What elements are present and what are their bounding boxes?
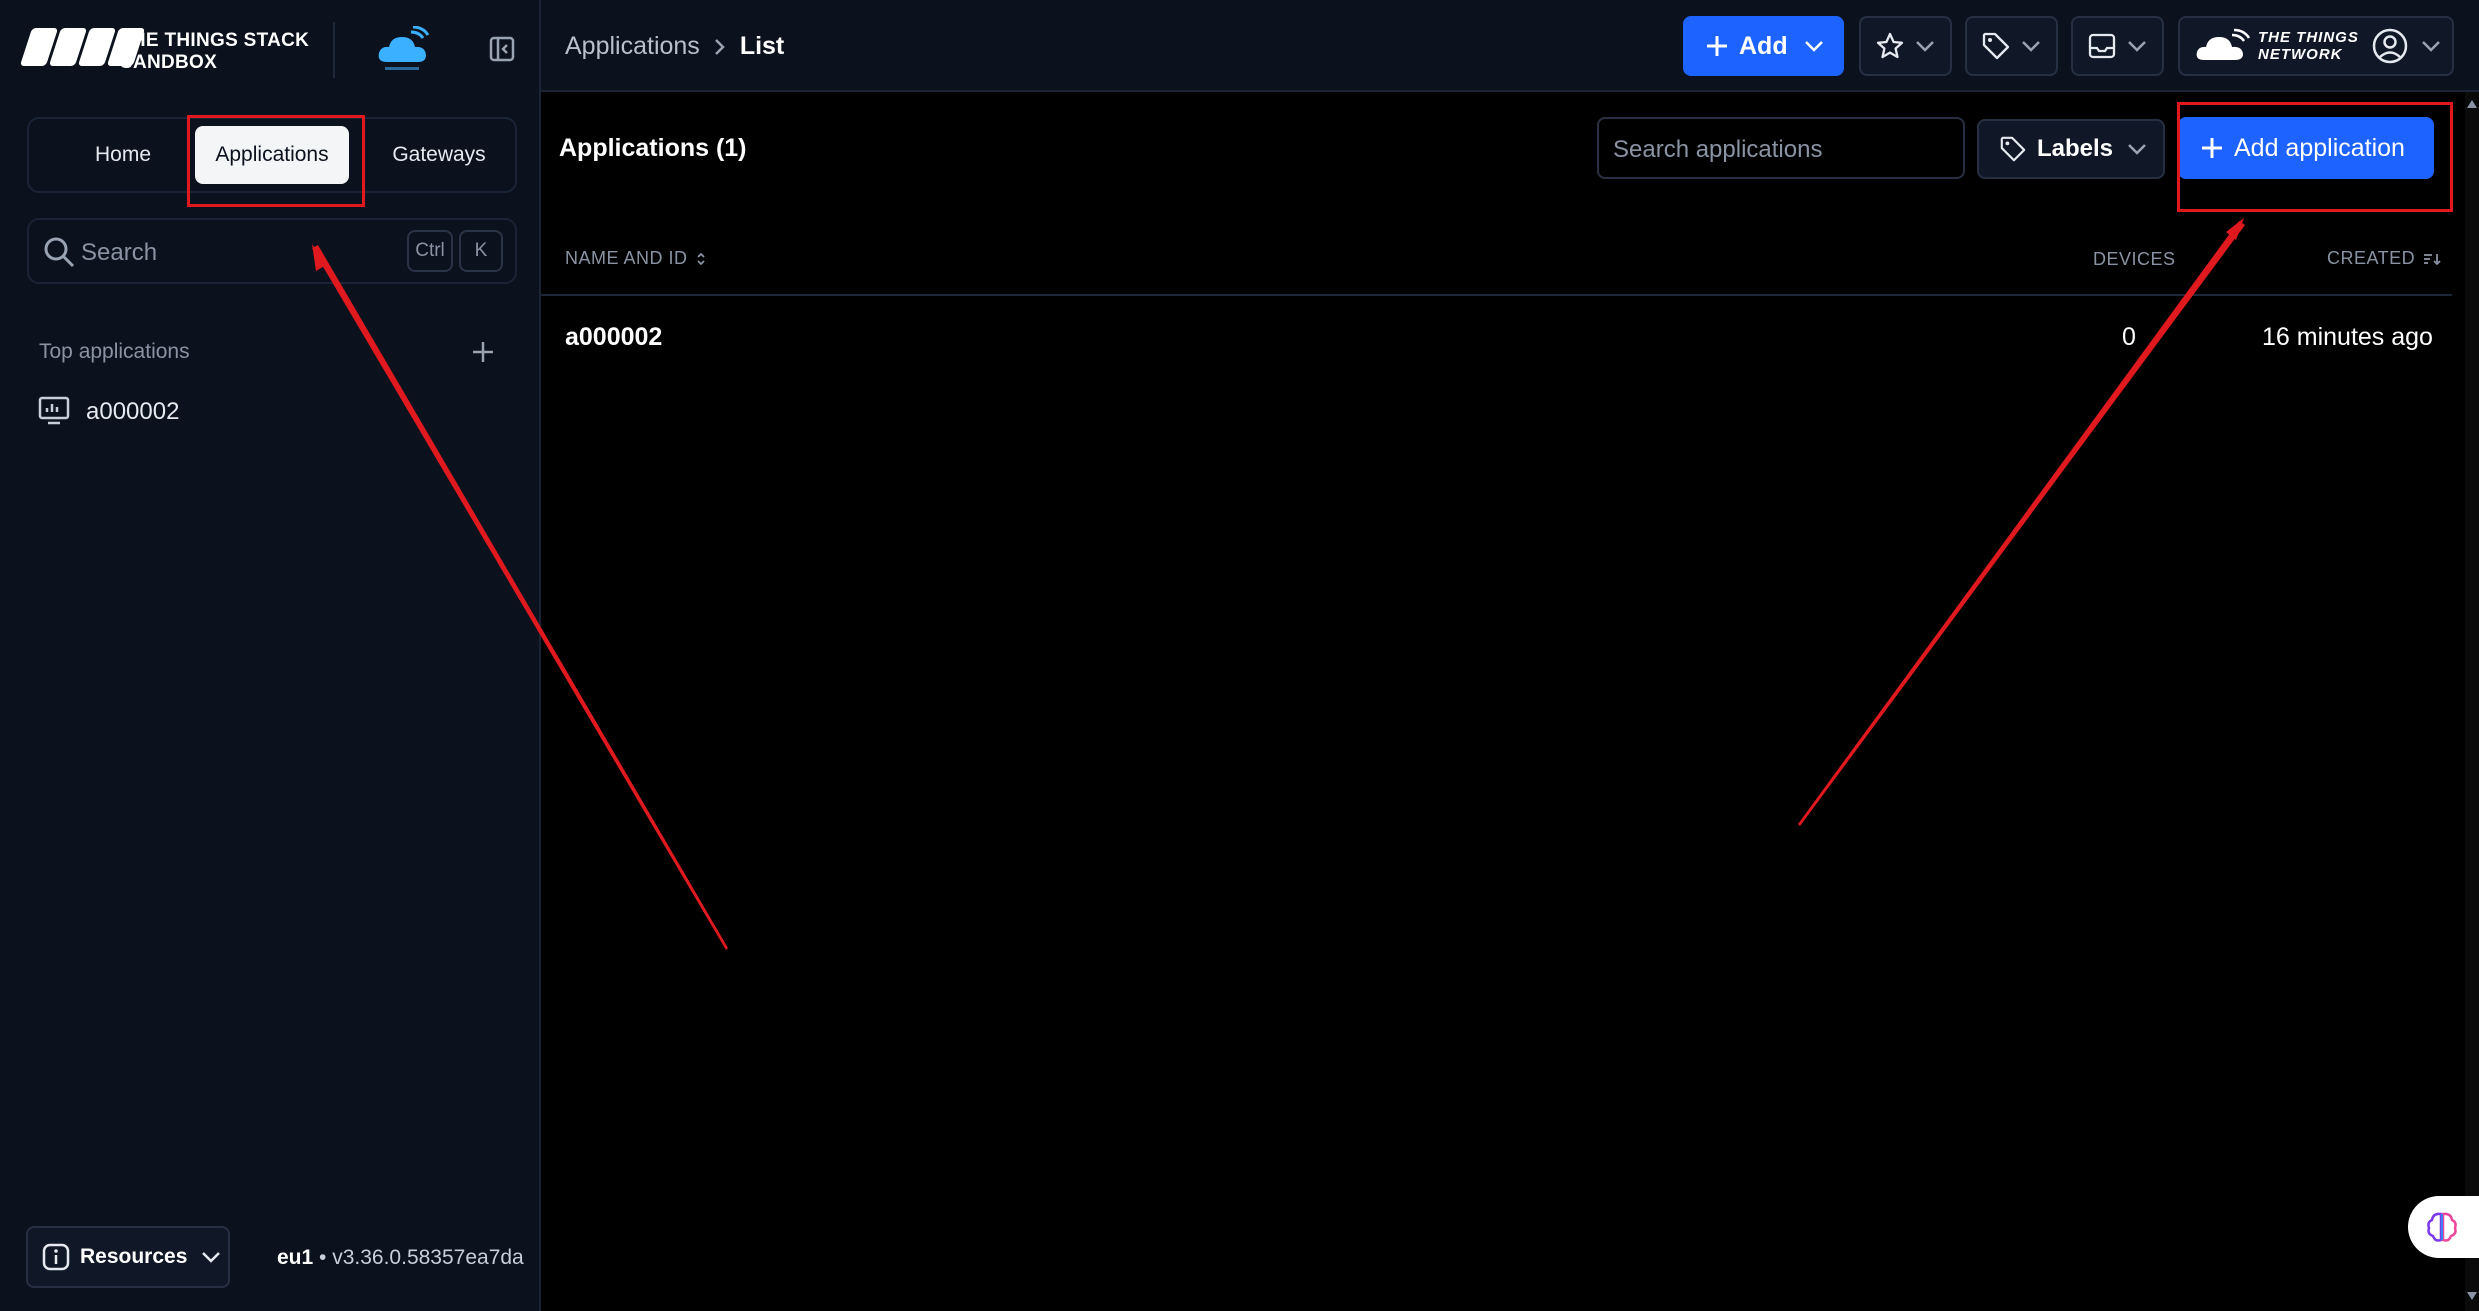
version-info: eu1 • v3.36.0.58357ea7da (277, 1246, 524, 1270)
version-text: • v3.36.0.58357ea7da (319, 1246, 524, 1269)
chevron-down-icon (1804, 39, 1824, 53)
ttn-line-2: NETWORK (2258, 46, 2343, 63)
breadcrumb: Applications List (565, 32, 784, 61)
brain-icon (2424, 1209, 2460, 1245)
row-devices: 0 (2122, 323, 2136, 351)
cloud-logo-icon (375, 26, 431, 74)
chevron-right-icon (714, 38, 726, 56)
annotation-box-add-application (2177, 102, 2453, 212)
row-name: a000002 (565, 323, 663, 351)
resources-button[interactable]: Resources (26, 1226, 230, 1288)
ttn-wordmark: THE THINGS NETWORK (2258, 29, 2359, 63)
sort-desc-icon (2423, 252, 2441, 266)
tag-icon (1981, 31, 2011, 61)
search-applications-placeholder: Search applications (1613, 136, 1823, 163)
breadcrumb-parent[interactable]: Applications (565, 32, 700, 61)
scroll-down-icon[interactable] (2467, 1292, 2477, 1300)
add-label: Add (1739, 31, 1788, 60)
scrollbar[interactable] (2465, 92, 2479, 1311)
main-content: Applications (1) Search applications Lab… (541, 92, 2467, 1311)
brand-line-1: THE THINGS STACK (120, 30, 310, 51)
add-button[interactable]: Add (1683, 16, 1844, 76)
info-icon (42, 1243, 70, 1271)
breadcrumb-current: List (739, 32, 785, 60)
collapse-sidebar-icon[interactable] (489, 36, 515, 62)
labels-menu-button[interactable] (1965, 16, 2058, 76)
sidebar-item-a000002[interactable]: a000002 (26, 392, 516, 434)
ttn-line-1: THE THINGS (2258, 29, 2359, 46)
inbox-button[interactable] (2071, 16, 2164, 76)
chevron-down-icon (2421, 39, 2441, 53)
page-title: Applications (1) (559, 134, 747, 162)
search-applications-input[interactable]: Search applications (1597, 117, 1965, 179)
divider (333, 22, 335, 78)
chevron-down-icon (1915, 39, 1935, 53)
chevron-down-icon (2021, 39, 2041, 53)
application-icon (38, 396, 70, 426)
table-row[interactable]: a000002 0 16 minutes ago (541, 298, 2452, 378)
labels-filter-label: Labels (2037, 135, 2114, 162)
column-devices-header[interactable]: DEVICES (2093, 249, 2176, 270)
bookmarks-button[interactable] (1859, 16, 1952, 76)
chevron-down-icon (2127, 142, 2147, 156)
table-header-divider (541, 294, 2452, 296)
chevron-down-icon (2127, 39, 2147, 53)
column-name-header[interactable]: NAME AND ID (565, 248, 706, 269)
row-created: 16 minutes ago (2262, 323, 2433, 351)
sidebar-search[interactable]: Search Ctrl K (27, 218, 517, 284)
column-created-header[interactable]: CREATED (2327, 248, 2441, 269)
ttn-cloud-icon (2194, 28, 2252, 64)
cluster-name: eu1 (277, 1246, 314, 1269)
annotation-box-applications-tab (187, 115, 365, 207)
column-created-label: CREATED (2327, 248, 2416, 268)
sidebar-item-label: a000002 (86, 398, 180, 425)
assistant-widget[interactable] (2408, 1196, 2479, 1258)
section-title: Top applications (39, 340, 190, 363)
account-button[interactable]: THE THINGS NETWORK (2178, 16, 2454, 76)
brand-line-2: SANDBOX (120, 52, 218, 73)
plus-icon (1705, 34, 1729, 58)
search-icon (43, 236, 75, 268)
add-top-app-icon[interactable] (470, 339, 496, 365)
tag-icon (1999, 135, 2027, 163)
kbd-ctrl: Ctrl (407, 230, 453, 272)
sort-icon (696, 251, 706, 267)
scroll-up-icon[interactable] (2467, 100, 2477, 108)
top-bar: Applications List Add THE THINGS NETWORK (541, 0, 2479, 92)
inbox-icon (2087, 31, 2117, 61)
tab-home[interactable]: Home (43, 126, 203, 184)
chevron-down-icon (201, 1250, 221, 1264)
star-icon (1875, 31, 1905, 61)
labels-filter-button[interactable]: Labels (1977, 119, 2165, 179)
user-avatar-icon (2371, 27, 2409, 65)
tab-gateways[interactable]: Gateways (369, 126, 509, 184)
brand-name: THE THINGS STACK SANDBOX (120, 30, 309, 74)
resources-label: Resources (80, 1245, 188, 1268)
column-name-label: NAME AND ID (565, 248, 688, 268)
search-placeholder: Search (81, 239, 158, 266)
kbd-k: K (459, 230, 503, 272)
